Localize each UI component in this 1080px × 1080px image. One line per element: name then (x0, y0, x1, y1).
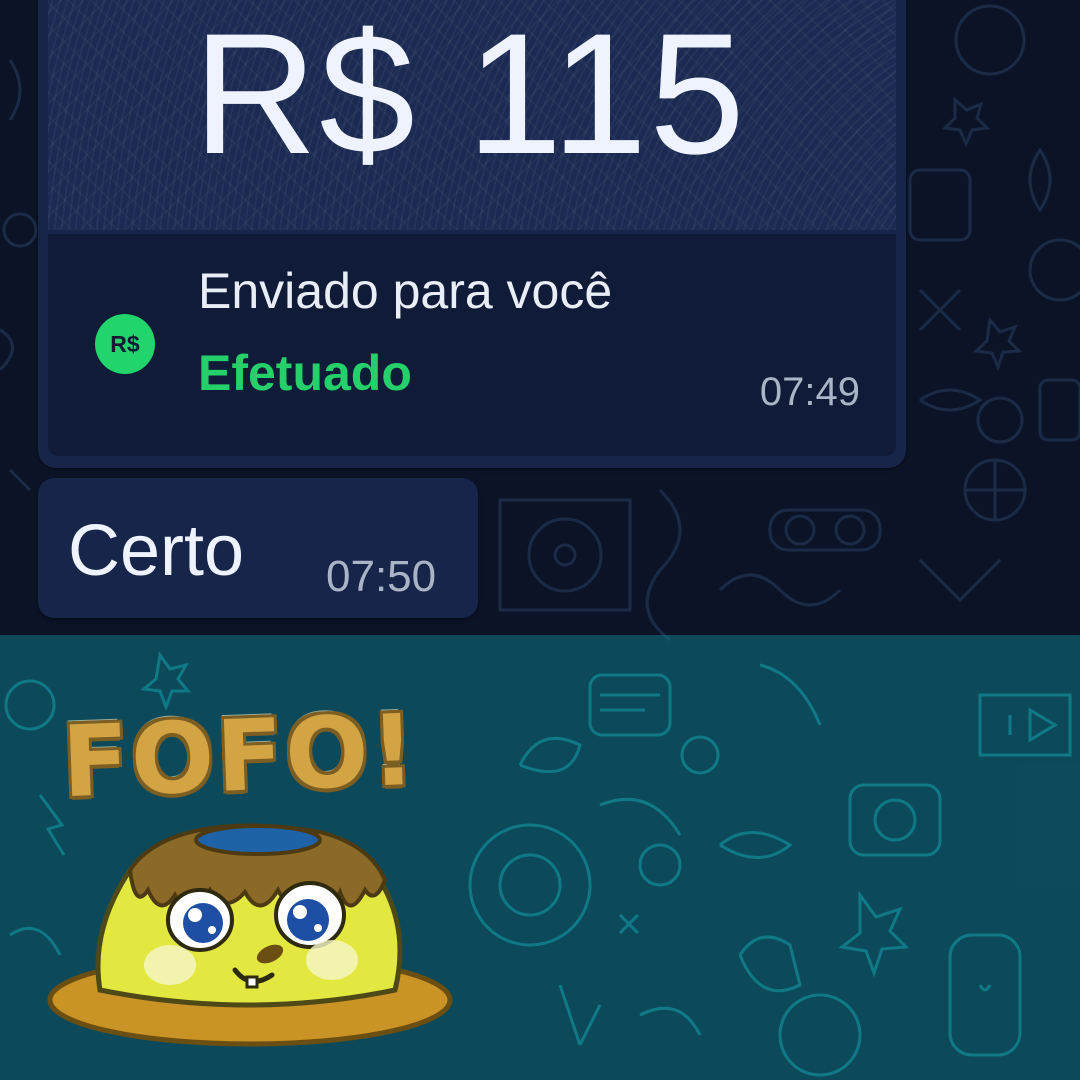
payment-details: R$ Enviado para você Efetuado 07:49 (48, 234, 896, 456)
payment-amount: R$ 115 (193, 0, 747, 190)
payment-description: Enviado para você (198, 263, 613, 319)
message-text: Certo (68, 511, 245, 591)
sticker-caption: FOFO! (60, 693, 420, 821)
message-timestamp: 07:49 (759, 370, 860, 414)
chat-screen: R$ 115 R$ Enviado para você Efetuado 07:… (0, 0, 1080, 1080)
payment-message-bubble[interactable]: R$ 115 R$ Enviado para você Efetuado 07:… (38, 0, 906, 468)
text-message-bubble[interactable]: Certo 07:50 (38, 478, 478, 618)
payment-amount-banner: R$ 115 (48, 0, 896, 230)
message-timestamp: 07:50 (326, 552, 437, 601)
currency-badge-icon: R$ (95, 314, 155, 374)
payment-status: Efetuado (198, 345, 412, 401)
